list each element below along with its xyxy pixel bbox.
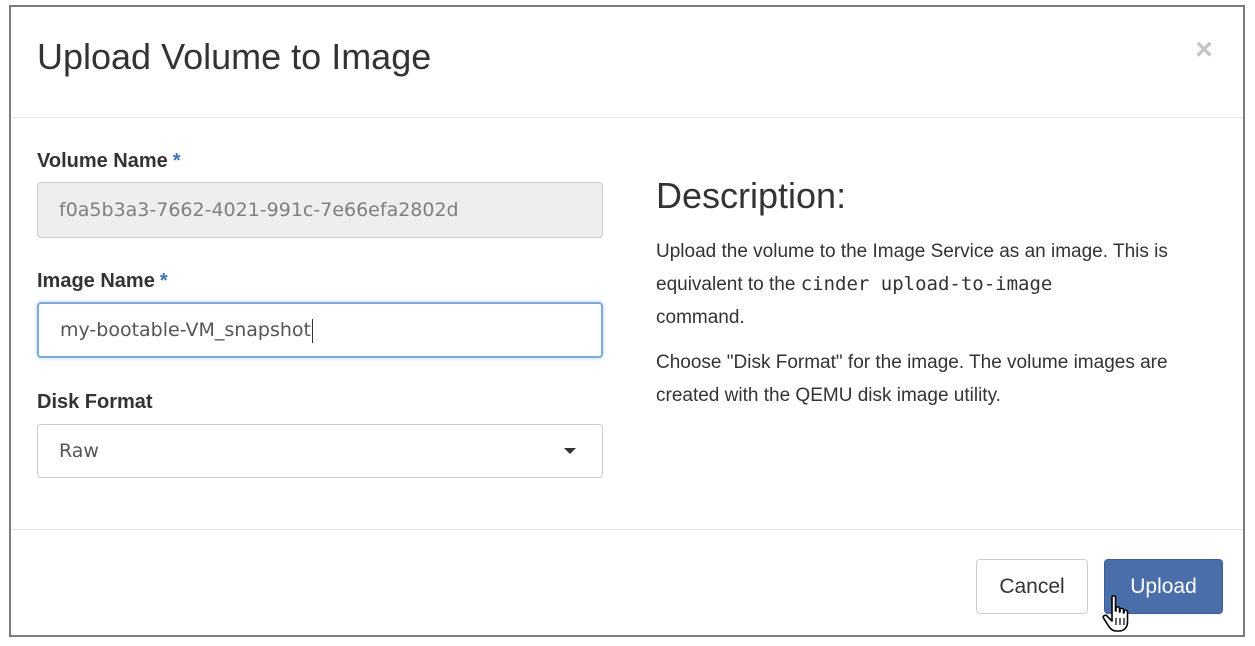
image-name-input[interactable]: my-bootable-VM_snapshot [37,302,603,358]
upload-button[interactable]: Upload [1104,559,1223,614]
image-name-label-text: Image Name [37,270,155,292]
description-p1-end: command. [656,307,745,328]
volume-name-input: f0a5b3a3-7662-4021-991c-7e66efa2802d [37,182,603,238]
upload-volume-modal: Upload Volume to Image × Volume Name * f0… [9,5,1245,637]
required-mark: * [172,150,181,172]
cancel-button[interactable]: Cancel [976,559,1088,614]
modal-title: Upload Volume to Image [37,36,432,77]
volume-name-label-text: Volume Name [37,150,168,172]
volume-name-label: Volume Name * [37,149,181,173]
disk-format-select[interactable]: Raw [37,424,603,478]
description-p1-code: cinder upload-to-image [800,273,1053,295]
disk-format-selected: Raw [59,440,99,462]
modal-footer: Cancel Upload [11,529,1243,635]
description-paragraph-2: Choose "Disk Format" for the image. The … [656,352,1168,406]
text-caret [312,318,313,343]
disk-format-label: Disk Format [37,391,153,413]
modal-body: Volume Name * f0a5b3a3-7662-4021-991c-7e6… [11,118,1243,529]
description-paragraph-1: Upload the volume to the Image Service a… [656,235,1216,334]
caret-down-icon [564,448,576,454]
description-title: Description: [656,175,847,216]
image-name-label: Image Name * [37,269,168,293]
required-mark: * [159,270,168,292]
close-button[interactable]: × [1191,33,1217,66]
image-name-value: my-bootable-VM_snapshot [60,319,311,341]
modal-header: Upload Volume to Image × [11,7,1243,118]
close-icon: × [1195,33,1213,66]
